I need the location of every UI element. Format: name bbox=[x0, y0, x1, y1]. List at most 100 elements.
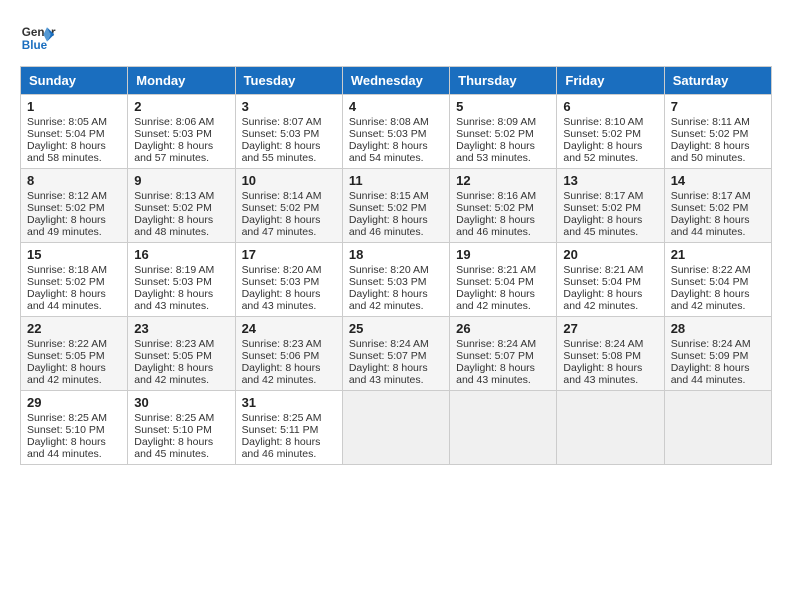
sunset-label: Sunset: 5:02 PM bbox=[27, 276, 105, 288]
sunset-label: Sunset: 5:02 PM bbox=[349, 202, 427, 214]
sunrise-label: Sunrise: 8:10 AM bbox=[563, 116, 643, 128]
sunrise-label: Sunrise: 8:25 AM bbox=[27, 412, 107, 424]
calendar-table: SundayMondayTuesdayWednesdayThursdayFrid… bbox=[20, 66, 772, 465]
calendar-cell: 7 Sunrise: 8:11 AMSunset: 5:02 PMDaylight… bbox=[664, 95, 771, 169]
day-number: 28 bbox=[671, 321, 765, 336]
sunrise-label: Sunrise: 8:09 AM bbox=[456, 116, 536, 128]
day-number: 5 bbox=[456, 99, 550, 114]
day-number: 15 bbox=[27, 247, 121, 262]
sunrise-label: Sunrise: 8:17 AM bbox=[671, 190, 751, 202]
daylight-label: Daylight: 8 hours and 44 minutes. bbox=[27, 288, 106, 312]
sunrise-label: Sunrise: 8:21 AM bbox=[456, 264, 536, 276]
sunset-label: Sunset: 5:02 PM bbox=[134, 202, 212, 214]
calendar-cell: 24Sunrise: 8:23 AMSunset: 5:06 PMDayligh… bbox=[235, 317, 342, 391]
sunset-label: Sunset: 5:05 PM bbox=[134, 350, 212, 362]
daylight-label: Daylight: 8 hours and 43 minutes. bbox=[456, 362, 535, 386]
sunrise-label: Sunrise: 8:06 AM bbox=[134, 116, 214, 128]
day-number: 13 bbox=[563, 173, 657, 188]
day-header-wednesday: Wednesday bbox=[342, 67, 449, 95]
sunrise-label: Sunrise: 8:24 AM bbox=[671, 338, 751, 350]
calendar-week-row: 1Sunrise: 8:05 AMSunset: 5:04 PMDaylight… bbox=[21, 95, 772, 169]
sunrise-label: Sunrise: 8:24 AM bbox=[456, 338, 536, 350]
day-number: 26 bbox=[456, 321, 550, 336]
calendar-cell: 1Sunrise: 8:05 AMSunset: 5:04 PMDaylight… bbox=[21, 95, 128, 169]
sunset-label: Sunset: 5:02 PM bbox=[671, 128, 749, 140]
calendar-cell: 19Sunrise: 8:21 AMSunset: 5:04 PMDayligh… bbox=[450, 243, 557, 317]
daylight-label: Daylight: 8 hours and 44 minutes. bbox=[671, 214, 750, 238]
daylight-label: Daylight: 8 hours and 43 minutes. bbox=[242, 288, 321, 312]
calendar-cell: 8Sunrise: 8:12 AMSunset: 5:02 PMDaylight… bbox=[21, 169, 128, 243]
sunset-label: Sunset: 5:08 PM bbox=[563, 350, 641, 362]
day-number: 12 bbox=[456, 173, 550, 188]
sunrise-label: Sunrise: 8:07 AM bbox=[242, 116, 322, 128]
sunset-label: Sunset: 5:06 PM bbox=[242, 350, 320, 362]
daylight-label: Daylight: 8 hours and 55 minutes. bbox=[242, 140, 321, 164]
daylight-label: Daylight: 8 hours and 50 minutes. bbox=[671, 140, 750, 164]
sunset-label: Sunset: 5:03 PM bbox=[349, 276, 427, 288]
sunset-label: Sunset: 5:10 PM bbox=[27, 424, 105, 436]
sunset-label: Sunset: 5:02 PM bbox=[456, 128, 534, 140]
day-number: 11 bbox=[349, 173, 443, 188]
sunrise-label: Sunrise: 8:11 AM bbox=[671, 116, 750, 128]
sunset-label: Sunset: 5:03 PM bbox=[134, 276, 212, 288]
day-number: 2 bbox=[134, 99, 228, 114]
sunrise-label: Sunrise: 8:05 AM bbox=[27, 116, 107, 128]
daylight-label: Daylight: 8 hours and 46 minutes. bbox=[242, 436, 321, 460]
daylight-label: Daylight: 8 hours and 49 minutes. bbox=[27, 214, 106, 238]
daylight-label: Daylight: 8 hours and 48 minutes. bbox=[134, 214, 213, 238]
daylight-label: Daylight: 8 hours and 52 minutes. bbox=[563, 140, 642, 164]
calendar-week-row: 15Sunrise: 8:18 AMSunset: 5:02 PMDayligh… bbox=[21, 243, 772, 317]
day-header-saturday: Saturday bbox=[664, 67, 771, 95]
sunrise-label: Sunrise: 8:23 AM bbox=[242, 338, 322, 350]
sunset-label: Sunset: 5:03 PM bbox=[242, 276, 320, 288]
calendar-header-row: SundayMondayTuesdayWednesdayThursdayFrid… bbox=[21, 67, 772, 95]
daylight-label: Daylight: 8 hours and 42 minutes. bbox=[134, 362, 213, 386]
sunset-label: Sunset: 5:09 PM bbox=[671, 350, 749, 362]
day-number: 21 bbox=[671, 247, 765, 262]
calendar-cell: 18Sunrise: 8:20 AMSunset: 5:03 PMDayligh… bbox=[342, 243, 449, 317]
calendar-cell: 12Sunrise: 8:16 AMSunset: 5:02 PMDayligh… bbox=[450, 169, 557, 243]
daylight-label: Daylight: 8 hours and 42 minutes. bbox=[671, 288, 750, 312]
day-header-friday: Friday bbox=[557, 67, 664, 95]
sunrise-label: Sunrise: 8:20 AM bbox=[349, 264, 429, 276]
sunrise-label: Sunrise: 8:19 AM bbox=[134, 264, 214, 276]
calendar-cell: 23Sunrise: 8:23 AMSunset: 5:05 PMDayligh… bbox=[128, 317, 235, 391]
calendar-cell: 15Sunrise: 8:18 AMSunset: 5:02 PMDayligh… bbox=[21, 243, 128, 317]
day-number: 6 bbox=[563, 99, 657, 114]
sunset-label: Sunset: 5:02 PM bbox=[563, 128, 641, 140]
sunrise-label: Sunrise: 8:13 AM bbox=[134, 190, 214, 202]
sunrise-label: Sunrise: 8:25 AM bbox=[242, 412, 322, 424]
sunrise-label: Sunrise: 8:22 AM bbox=[671, 264, 751, 276]
day-number: 27 bbox=[563, 321, 657, 336]
sunset-label: Sunset: 5:02 PM bbox=[563, 202, 641, 214]
sunrise-label: Sunrise: 8:20 AM bbox=[242, 264, 322, 276]
sunrise-label: Sunrise: 8:12 AM bbox=[27, 190, 107, 202]
daylight-label: Daylight: 8 hours and 44 minutes. bbox=[671, 362, 750, 386]
calendar-cell: 11Sunrise: 8:15 AMSunset: 5:02 PMDayligh… bbox=[342, 169, 449, 243]
calendar-cell: 6 Sunrise: 8:10 AMSunset: 5:02 PMDaylight… bbox=[557, 95, 664, 169]
calendar-cell: 29Sunrise: 8:25 AMSunset: 5:10 PMDayligh… bbox=[21, 391, 128, 465]
sunset-label: Sunset: 5:03 PM bbox=[134, 128, 212, 140]
calendar-cell bbox=[450, 391, 557, 465]
sunset-label: Sunset: 5:03 PM bbox=[242, 128, 320, 140]
sunset-label: Sunset: 5:11 PM bbox=[242, 424, 319, 436]
calendar-cell: 28 Sunrise: 8:24 AMSunset: 5:09 PMDayligh… bbox=[664, 317, 771, 391]
sunrise-label: Sunrise: 8:08 AM bbox=[349, 116, 429, 128]
calendar-cell: 16Sunrise: 8:19 AMSunset: 5:03 PMDayligh… bbox=[128, 243, 235, 317]
sunset-label: Sunset: 5:10 PM bbox=[134, 424, 212, 436]
sunset-label: Sunset: 5:07 PM bbox=[349, 350, 427, 362]
calendar-cell: 14Sunrise: 8:17 AMSunset: 5:02 PMDayligh… bbox=[664, 169, 771, 243]
day-number: 16 bbox=[134, 247, 228, 262]
calendar-cell: 22Sunrise: 8:22 AMSunset: 5:05 PMDayligh… bbox=[21, 317, 128, 391]
day-number: 24 bbox=[242, 321, 336, 336]
calendar-cell: 2Sunrise: 8:06 AMSunset: 5:03 PMDaylight… bbox=[128, 95, 235, 169]
day-number: 23 bbox=[134, 321, 228, 336]
logo: General Blue bbox=[20, 20, 56, 56]
day-number: 7 bbox=[671, 99, 765, 114]
daylight-label: Daylight: 8 hours and 45 minutes. bbox=[134, 436, 213, 460]
daylight-label: Daylight: 8 hours and 45 minutes. bbox=[563, 214, 642, 238]
calendar-cell bbox=[557, 391, 664, 465]
logo-icon: General Blue bbox=[20, 20, 56, 56]
calendar-cell: 4Sunrise: 8:08 AMSunset: 5:03 PMDaylight… bbox=[342, 95, 449, 169]
day-number: 10 bbox=[242, 173, 336, 188]
